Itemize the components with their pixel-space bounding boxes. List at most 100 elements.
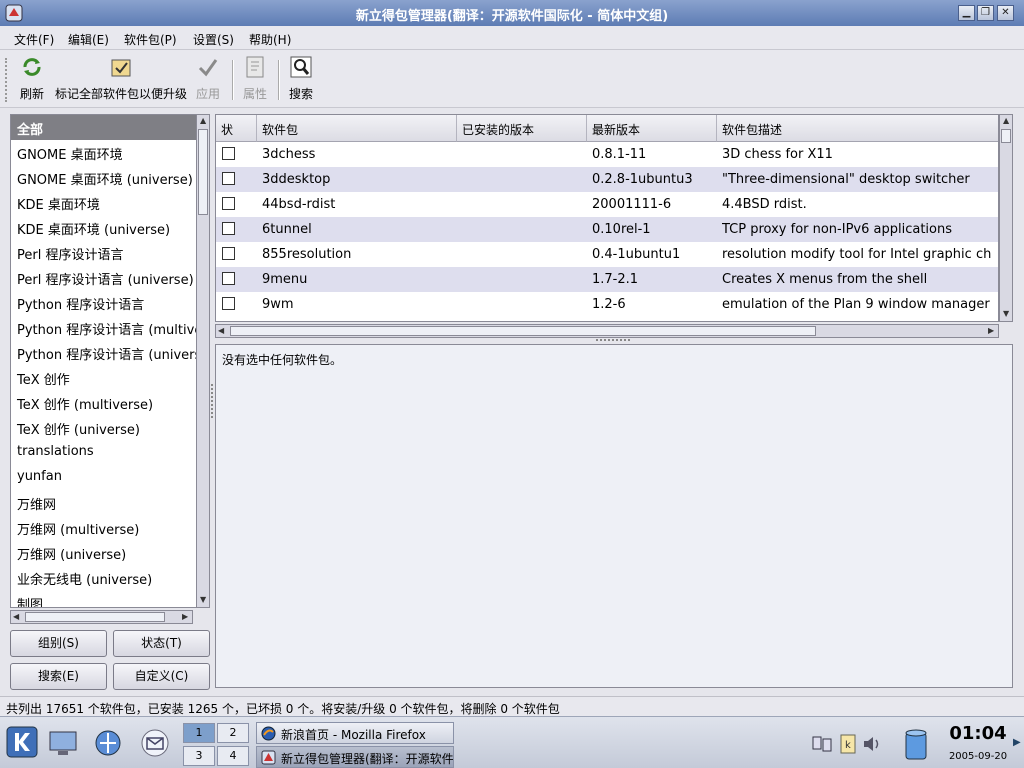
scroll-down-arrow-icon[interactable]: ▼ [200,595,206,604]
scroll-down-arrow-icon[interactable]: ▼ [1003,309,1009,318]
desktop-pager-1[interactable]: 1 [183,723,215,743]
pane-splitter-vertical[interactable] [211,384,214,418]
window-titlebar[interactable]: 新立得包管理器(翻译：开源软件国际化 - 简体中文组) ▁ ❐ ✕ [0,0,1024,26]
category-item[interactable]: KDE 桌面环境 (universe) [11,215,197,240]
clock[interactable]: 01:04 2005-09-20 [944,723,1012,762]
category-item[interactable]: Python 程序设计语言 [11,290,197,315]
package-checkbox[interactable] [222,172,235,185]
package-checkbox[interactable] [222,147,235,160]
column-header-package[interactable]: 软件包 [257,115,457,142]
category-item[interactable]: GNOME 桌面环境 (universe) [11,165,197,190]
scroll-up-arrow-icon[interactable]: ▲ [1003,116,1009,125]
category-list[interactable]: 全部 GNOME 桌面环境 GNOME 桌面环境 (universe) KDE … [10,114,210,608]
close-button[interactable]: ✕ [997,5,1014,21]
scroll-right-arrow-icon[interactable]: ▶ [988,326,994,335]
trash-icon[interactable] [902,727,930,761]
maximize-button[interactable]: ❐ [977,5,994,21]
table-vertical-scrollbar[interactable]: ▲ ▼ [999,114,1013,322]
scroll-left-arrow-icon[interactable]: ◀ [218,326,224,335]
category-item[interactable]: 万维网 (universe) [11,540,197,565]
category-item[interactable]: translations [11,440,197,465]
category-item[interactable]: TeX 创作 (universe) [11,415,197,440]
scroll-left-arrow-icon[interactable]: ◀ [13,612,19,621]
taskbar-task-synaptic[interactable]: 新立得包管理器(翻译：开源软件国际化 - 简体中文组) [256,746,454,768]
package-checkbox[interactable] [222,272,235,285]
category-item[interactable]: Perl 程序设计语言 [11,240,197,265]
menu-package[interactable]: 软件包(P) [124,31,177,48]
package-checkbox[interactable] [222,222,235,235]
category-horizontal-scrollbar[interactable]: ◀ ▶ [10,610,193,624]
column-header-latest-version[interactable]: 最新版本 [587,115,717,142]
menu-help[interactable]: 帮助(H) [249,31,291,48]
table-horizontal-scrollbar[interactable]: ◀ ▶ [215,324,999,338]
scroll-right-arrow-icon[interactable]: ▶ [182,612,188,621]
apply-button[interactable]: 应用 [193,54,223,102]
search-filter-button[interactable]: 搜索(E) [10,663,107,690]
category-item[interactable]: 业余无线电 (universe) [11,565,197,590]
desktop-icon[interactable] [48,729,80,757]
search-icon [290,56,312,78]
menu-file[interactable]: 文件(F) [14,31,54,48]
search-button[interactable]: 搜索 [286,54,316,102]
package-checkbox[interactable] [222,297,235,310]
table-hscroll-thumb[interactable] [230,326,816,336]
package-description: Creates X menus from the shell [722,272,928,287]
custom-filter-button[interactable]: 自定义(C) [113,663,210,690]
menu-edit[interactable]: 编辑(E) [68,31,109,48]
status-filter-button[interactable]: 状态(T) [113,630,210,657]
category-item[interactable]: yunfan [11,465,197,490]
category-item[interactable]: Python 程序设计语言 (universe) [11,340,197,365]
properties-button[interactable]: 属性 [240,54,270,102]
menu-settings[interactable]: 设置(S) [193,31,234,48]
table-row[interactable]: 44bsd-rdist 20001111-6 4.4BSD rdist. [216,192,998,217]
table-scroll-thumb[interactable] [1001,129,1011,143]
desktop-pager-4[interactable]: 4 [217,746,249,766]
package-checkbox[interactable] [222,247,235,260]
volume-tray-icon[interactable] [861,733,883,755]
pane-splitter-horizontal[interactable] [596,339,630,343]
table-row[interactable]: 6tunnel 0.10rel-1 TCP proxy for non-IPv6… [216,217,998,242]
klipper-tray-icon[interactable]: k [838,733,858,755]
category-item[interactable]: GNOME 桌面环境 [11,140,197,165]
konqueror-icon[interactable] [92,727,124,759]
category-item[interactable]: TeX 创作 (multiverse) [11,390,197,415]
kde-menu-icon[interactable] [6,726,38,758]
taskbar-task-firefox[interactable]: 新浪首页 - Mozilla Firefox [256,722,454,744]
table-row[interactable]: 855resolution 0.4-1ubuntu1 resolution mo… [216,242,998,267]
desktop-pager-3[interactable]: 3 [183,746,215,766]
column-header-installed-version[interactable]: 已安装的版本 [457,115,587,142]
category-item[interactable]: Python 程序设计语言 (multiverse) [11,315,197,340]
table-row[interactable]: 3ddesktop 0.2.8-1ubuntu3 "Three-dimensio… [216,167,998,192]
category-scroll-thumb[interactable] [198,129,208,215]
desktop-pager-2[interactable]: 2 [217,723,249,743]
category-item[interactable]: Perl 程序设计语言 (universe) [11,265,197,290]
network-tray-icon[interactable] [811,733,833,755]
status-bar: 共列出 17651 个软件包，已安装 1265 个，已坏损 0 个。将安装/升级… [0,696,1024,716]
category-hscroll-thumb[interactable] [25,612,165,622]
category-item[interactable]: KDE 桌面环境 [11,190,197,215]
menu-bar: 文件(F) 编辑(E) 软件包(P) 设置(S) 帮助(H) [0,26,1024,50]
taskbar-expand-arrow-icon[interactable]: ▶ [1013,737,1021,748]
category-item[interactable]: 万维网 [11,490,197,515]
category-vertical-scrollbar[interactable]: ▲ ▼ [196,114,210,608]
table-row[interactable]: 3dchess 0.8.1-11 3D chess for X11 [216,142,998,167]
mark-all-upgrades-button[interactable]: 标记全部软件包以便升级 [52,54,190,102]
category-item[interactable]: 制图 [11,590,197,607]
refresh-button[interactable]: 刷新 [14,54,50,102]
scroll-up-arrow-icon[interactable]: ▲ [200,116,206,125]
table-row[interactable]: 9wm 1.2-6 emulation of the Plan 9 window… [216,292,998,317]
category-item[interactable]: 万维网 (multiverse) [11,515,197,540]
package-checkbox[interactable] [222,197,235,210]
table-row[interactable]: 9menu 1.7-2.1 Creates X menus from the s… [216,267,998,292]
toolbar-grip[interactable] [5,58,9,102]
minimize-button[interactable]: ▁ [958,5,975,21]
package-description: TCP proxy for non-IPv6 applications [722,222,952,237]
package-table[interactable]: 状 软件包 已安装的版本 最新版本 软件包描述 3dchess 0.8.1-11… [215,114,999,322]
category-item-all[interactable]: 全部 [11,115,197,140]
description-text: 没有选中任何软件包。 [222,353,343,367]
category-item[interactable]: TeX 创作 [11,365,197,390]
group-filter-button[interactable]: 组别(S) [10,630,107,657]
mail-icon[interactable] [138,727,172,759]
column-header-description[interactable]: 软件包描述 [717,115,998,142]
column-header-status[interactable]: 状 [216,115,257,142]
